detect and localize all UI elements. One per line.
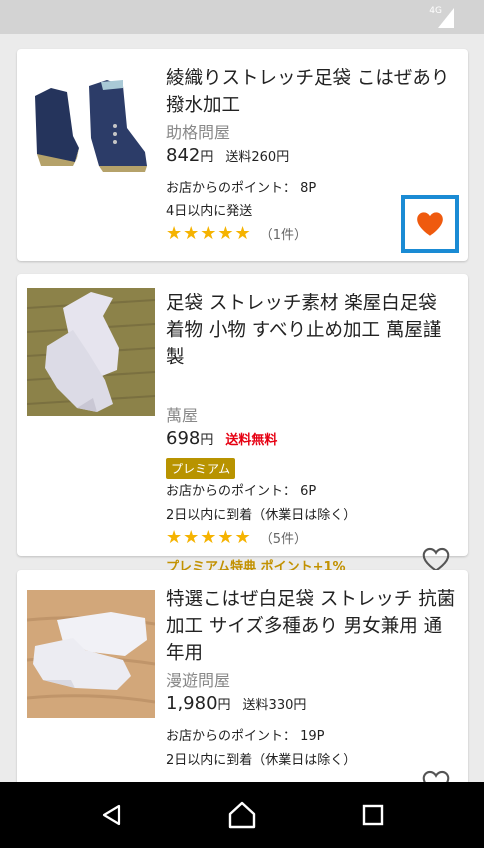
favorite-button[interactable]: [410, 204, 450, 244]
shop-name[interactable]: 助格問屋: [166, 119, 230, 143]
home-button[interactable]: [222, 795, 262, 835]
recents-icon: [362, 804, 384, 826]
yen-label: 円: [217, 698, 231, 713]
white-tabi-on-wood-image: [27, 590, 155, 718]
rating[interactable]: ★★★★★ （5件）: [166, 527, 307, 548]
product-card[interactable]: 足袋 ストレッチ素材 楽屋白足袋 着物 小物 すべり止め加工 萬屋謹製 萬屋 6…: [17, 274, 468, 575]
price: 698: [166, 428, 201, 449]
yen-label: 円: [200, 433, 214, 448]
rating-stars: ★★★★★: [166, 527, 252, 548]
favorite-button[interactable]: [416, 763, 456, 782]
shop-name[interactable]: 漫遊問屋: [166, 667, 230, 691]
product-card[interactable]: 綾織りストレッチ足袋 こはぜあり 撥水加工 助格問屋 842円 送料260円 お店…: [17, 49, 468, 261]
navy-jika-tabi-image: [27, 66, 155, 186]
shipping-fee: 送料330円: [242, 698, 307, 713]
product-title[interactable]: 綾織りストレッチ足袋 こはぜあり 撥水加工: [166, 65, 458, 119]
yen-label: 円: [200, 150, 214, 165]
product-list[interactable]: 綾織りストレッチ足袋 こはぜあり 撥水加工 助格問屋 842円 送料260円 お店…: [0, 34, 484, 782]
recents-button[interactable]: [353, 795, 393, 835]
delivery-info: 4日以内に発送: [166, 204, 253, 219]
signal-icon: [438, 8, 454, 28]
free-shipping: 送料無料: [225, 433, 278, 448]
price: 1,980: [166, 693, 218, 714]
delivery-info: 2日以内に到着（休業日は除く）: [166, 753, 357, 768]
back-button[interactable]: [92, 795, 132, 835]
product-title[interactable]: 足袋 ストレッチ素材 楽屋白足袋 着物 小物 すべり止め加工 萬屋謹製: [166, 290, 458, 371]
review-count: （1件）: [259, 228, 307, 243]
store-points: お店からのポイント： 19P: [166, 729, 325, 744]
delivery-info: 2日以内に到着（休業日は除く）: [166, 508, 357, 523]
status-bar: 4G: [0, 0, 484, 34]
heart-filled-icon: [417, 212, 443, 236]
review-count: （5件）: [259, 532, 307, 547]
product-card[interactable]: 特選こはぜ白足袋 ストレッチ 抗菌加工 サイズ多種あり 男女兼用 通年用 漫遊問…: [17, 570, 468, 782]
shipping-fee: 送料260円: [225, 150, 290, 165]
white-tabi-on-tatami-image: [27, 288, 155, 416]
premium-badge: プレミアム: [166, 458, 236, 479]
back-icon: [102, 804, 121, 826]
rating[interactable]: ★★★★★ （1件）: [166, 223, 307, 244]
price-line: 842円 送料260円: [166, 145, 289, 166]
store-points: お店からのポイント： 8P: [166, 181, 317, 196]
product-title[interactable]: 特選こはぜ白足袋 ストレッチ 抗菌加工 サイズ多種あり 男女兼用 通年用: [166, 586, 458, 667]
price-line: 698円 送料無料: [166, 428, 277, 449]
shop-name[interactable]: 萬屋: [166, 402, 198, 426]
price-line: 1,980円 送料330円: [166, 693, 306, 714]
heart-outline-icon: [422, 770, 450, 782]
price: 842: [166, 145, 201, 166]
store-points: お店からのポイント： 6P: [166, 484, 317, 499]
rating-stars: ★★★★★: [166, 223, 252, 244]
home-icon: [228, 801, 256, 829]
navigation-bar: [0, 782, 484, 848]
